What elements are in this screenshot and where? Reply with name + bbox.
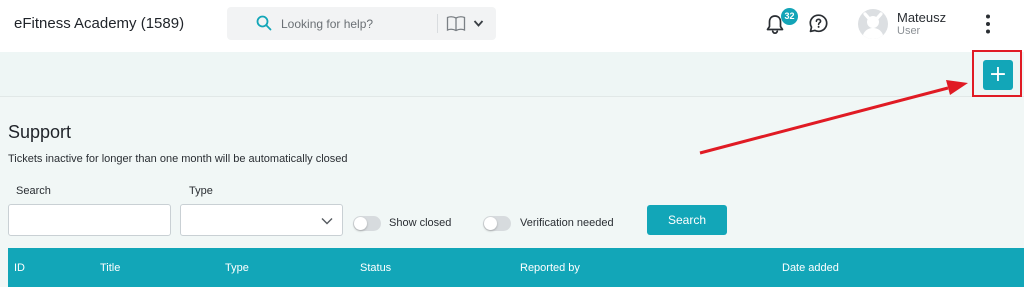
type-filter-select[interactable] <box>180 204 343 236</box>
search-icon <box>256 15 272 31</box>
help-search-box[interactable] <box>227 7 496 40</box>
user-name[interactable]: Mateusz <box>897 10 946 25</box>
column-header-status[interactable]: Status <box>360 262 391 274</box>
chevron-down-icon[interactable] <box>473 19 484 28</box>
notification-count-badge: 32 <box>781 8 798 25</box>
toggle-knob <box>484 217 497 230</box>
chevron-down-icon <box>321 218 333 225</box>
show-closed-label: Show closed <box>389 217 452 229</box>
toggle-knob <box>354 217 367 230</box>
avatar-silhouette-icon <box>862 12 884 39</box>
search-button[interactable]: Search <box>647 205 727 235</box>
verification-needed-toggle[interactable] <box>483 216 511 231</box>
more-options-icon[interactable] <box>979 12 997 36</box>
tickets-table-header: ID Title Type Status Reported by Date ad… <box>8 248 1024 287</box>
help-search-input[interactable] <box>281 7 431 40</box>
column-header-id[interactable]: ID <box>14 262 25 274</box>
page-title: Support <box>8 122 72 142</box>
column-header-title[interactable]: Title <box>100 262 120 274</box>
top-bar: eFitness Academy (1589) 32 Mateusz <box>0 0 1024 52</box>
action-toolbar <box>0 52 1024 97</box>
search-divider <box>437 14 438 33</box>
search-filter-label: Search <box>16 185 51 197</box>
auto-close-notice: Tickets inactive for longer than one mon… <box>8 153 348 165</box>
column-header-type[interactable]: Type <box>225 262 249 274</box>
search-filter-input[interactable] <box>8 204 171 236</box>
type-filter-label: Type <box>189 185 213 197</box>
column-header-date-added[interactable]: Date added <box>782 262 839 274</box>
help-chat-icon[interactable] <box>808 13 829 34</box>
annotation-highlight-box <box>972 50 1022 97</box>
show-closed-toggle[interactable] <box>353 216 381 231</box>
book-icon[interactable] <box>446 15 466 32</box>
column-header-reported-by[interactable]: Reported by <box>520 262 580 274</box>
app-title[interactable]: eFitness Academy (1589) <box>14 15 184 32</box>
user-role: User <box>897 25 921 37</box>
user-avatar[interactable] <box>858 9 888 39</box>
verification-needed-label: Verification needed <box>520 217 614 229</box>
